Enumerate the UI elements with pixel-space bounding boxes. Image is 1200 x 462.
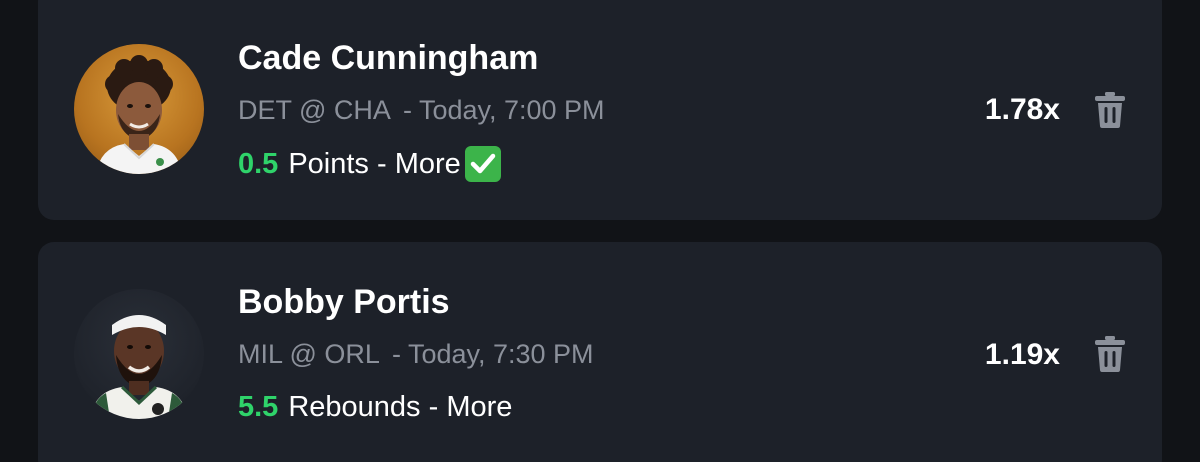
pick-line: 5.5 Rebounds - More [238, 390, 594, 424]
payout-multiplier: 1.19x [984, 338, 1060, 371]
game-time: - Today, 7:30 PM [391, 339, 594, 369]
game-time: - Today, 7:00 PM [402, 95, 605, 125]
trash-icon[interactable] [1094, 92, 1126, 128]
pick-details: Cade Cunningham DET @ CHA - Today, 7:00 P… [238, 38, 605, 182]
trash-icon[interactable] [1094, 336, 1126, 372]
matchup: MIL @ ORL [238, 339, 380, 369]
line-value: 0.5 [238, 148, 279, 180]
matchup: DET @ CHA [238, 95, 391, 125]
pick-card[interactable]: Bobby Portis MIL @ ORL - Today, 7:30 PM 5… [38, 242, 1162, 462]
pick-line: 0.5 Points - More [238, 146, 605, 182]
pick-details: Bobby Portis MIL @ ORL - Today, 7:30 PM 5… [238, 282, 594, 424]
check-mark-icon [464, 146, 501, 182]
player-avatar [74, 44, 204, 174]
player-headshot-image [90, 315, 188, 419]
player-headshot-image [96, 55, 182, 174]
player-name: Cade Cunningham [238, 39, 539, 77]
player-name: Bobby Portis [238, 283, 450, 321]
game-info: MIL @ ORL - Today, 7:30 PM [238, 338, 594, 370]
stat-direction: Points - More [288, 148, 461, 180]
game-info: DET @ CHA - Today, 7:00 PM [238, 94, 605, 126]
player-avatar [74, 289, 204, 419]
stat-direction: Rebounds - More [288, 391, 513, 423]
pick-list: Cade Cunningham DET @ CHA - Today, 7:00 P… [0, 0, 1200, 462]
payout-multiplier: 1.78x [984, 93, 1060, 126]
pick-card[interactable]: Cade Cunningham DET @ CHA - Today, 7:00 P… [38, 0, 1162, 220]
line-value: 5.5 [238, 391, 279, 423]
